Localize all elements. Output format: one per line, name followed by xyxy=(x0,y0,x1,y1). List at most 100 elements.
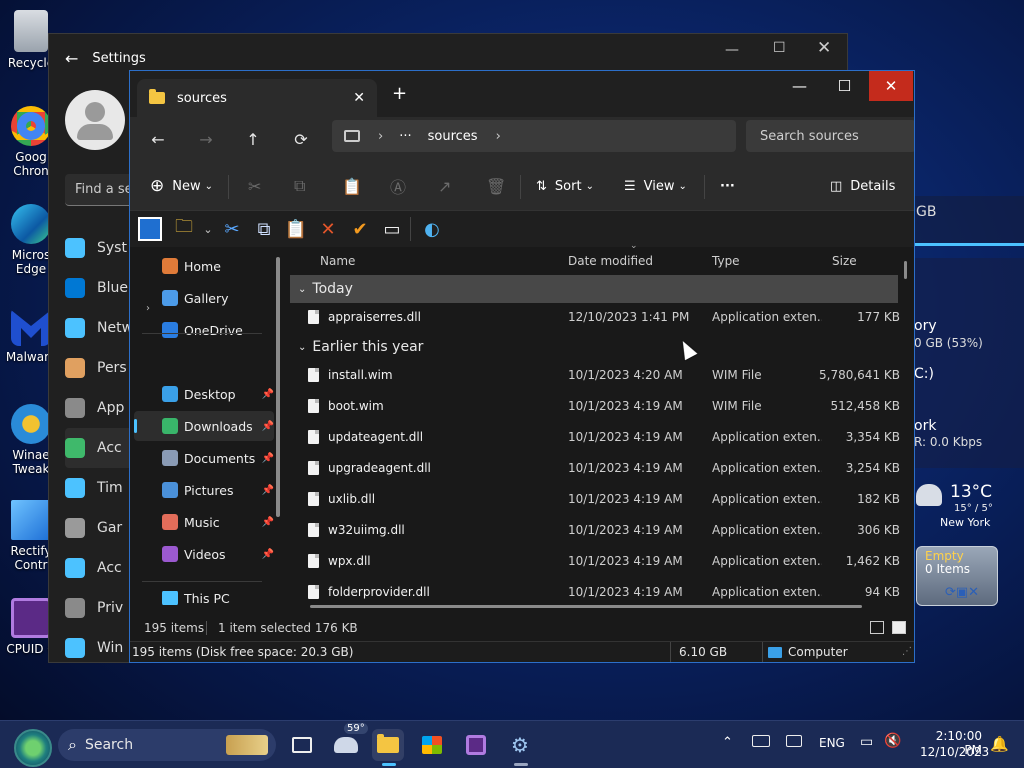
column-header-name[interactable]: Name xyxy=(320,247,355,275)
forward-arrow-icon[interactable]: → xyxy=(190,125,222,153)
new-tab-plus-icon[interactable]: + xyxy=(392,83,407,104)
back-arrow-icon[interactable]: ← xyxy=(142,125,174,153)
breadcrumb-chevron-icon[interactable]: › xyxy=(496,129,501,144)
delete-icon[interactable]: 🗑 xyxy=(486,174,506,198)
nav-item-music[interactable]: Music 📌 xyxy=(134,507,274,537)
properties-card-icon[interactable]: ▭ xyxy=(380,217,404,241)
network-globe-icon[interactable]: ◐ xyxy=(420,217,444,241)
copy-icon[interactable]: ⧉ xyxy=(294,174,305,198)
settings-nav-item[interactable]: Win xyxy=(65,628,135,668)
nav-item-onedrive[interactable]: OneDrive xyxy=(134,315,274,345)
settings-taskbar-icon[interactable]: ⚙ xyxy=(504,729,536,766)
minimize-icon[interactable]: — xyxy=(725,42,739,58)
nav-item-gallery[interactable]: Gallery xyxy=(134,283,274,313)
pin-icon[interactable]: 📌 xyxy=(262,485,274,496)
pin-icon[interactable]: 📌 xyxy=(262,421,274,432)
show-hidden-icons-chevron-icon[interactable]: ⌃ xyxy=(722,735,733,750)
widgets-weather-icon[interactable]: 59° xyxy=(330,723,368,761)
settings-nav-item[interactable]: Acc xyxy=(65,548,135,588)
tab-close-icon[interactable]: ✕ xyxy=(353,90,365,106)
settings-search-input[interactable]: Find a se xyxy=(65,174,135,206)
view-button[interactable]: ☰ View ⌄ xyxy=(624,174,687,198)
window-layout-icon[interactable] xyxy=(138,217,162,241)
microsoft-store-icon[interactable] xyxy=(416,729,448,761)
maximize-icon[interactable]: ☐ xyxy=(773,40,786,56)
settings-nav-item[interactable]: Tim xyxy=(65,468,135,508)
column-header-type[interactable]: Type xyxy=(712,247,740,275)
file-row[interactable]: uxlib.dll 10/1/2023 4:19 AM Application ex… xyxy=(290,484,900,514)
up-arrow-icon[interactable]: ↑ xyxy=(237,125,269,153)
settings-nav-item[interactable]: Priv xyxy=(65,588,135,628)
expand-chevron-icon[interactable]: › xyxy=(146,303,150,314)
file-row[interactable]: w32uiimg.dll 10/1/2023 4:19 AM Application… xyxy=(290,515,900,545)
file-row[interactable]: appraiserres.dll 12/10/2023 1:41 PM Applic… xyxy=(290,302,900,332)
file-row[interactable]: wpx.dll 10/1/2023 4:19 AM Application exte… xyxy=(290,546,900,576)
nav-item-downloads[interactable]: Downloads 📌 xyxy=(134,411,274,441)
breadcrumb-current-folder[interactable]: sources xyxy=(428,129,478,144)
close-icon[interactable]: ✕ xyxy=(869,71,913,101)
pin-icon[interactable]: 📌 xyxy=(262,549,274,560)
notification-bell-icon[interactable]: 🔔 xyxy=(990,735,1009,753)
paste-icon[interactable]: 📋 xyxy=(342,174,362,198)
start-button-icon[interactable] xyxy=(14,729,52,767)
back-arrow-icon[interactable]: ← xyxy=(65,49,78,68)
horizontal-scrollbar[interactable] xyxy=(310,605,862,608)
file-row[interactable]: install.wim 10/1/2023 4:20 AM WIM File 5,78… xyxy=(290,360,900,390)
nav-item-desktop[interactable]: Desktop 📌 xyxy=(134,379,274,409)
settings-nav-item[interactable]: Gar xyxy=(65,508,135,548)
settings-nav-item[interactable]: Pers xyxy=(65,348,135,388)
new-button[interactable]: ⊕ New ⌄ xyxy=(150,174,213,198)
details-view-icon[interactable] xyxy=(870,621,884,634)
search-input[interactable]: Search sources xyxy=(746,120,914,152)
folder-check-icon[interactable]: 🗀 xyxy=(172,216,196,241)
nav-pane-scrollbar[interactable] xyxy=(276,257,280,517)
close-icon[interactable]: ✕ xyxy=(817,38,831,58)
pin-icon[interactable]: 📌 xyxy=(262,517,274,528)
resize-grip-icon[interactable]: ⋰ xyxy=(902,646,912,657)
column-header-date-modified[interactable]: Date modified xyxy=(568,247,653,275)
nav-item-home[interactable]: Home xyxy=(134,251,274,281)
address-bar[interactable]: › ··· sources › xyxy=(332,120,736,152)
share-icon[interactable]: ↗ xyxy=(438,174,451,198)
details-button[interactable]: ◫ Details xyxy=(830,174,895,198)
settings-nav-item[interactable]: App xyxy=(65,388,135,428)
more-options-button[interactable]: ··· xyxy=(720,174,735,198)
nav-item-this-pc[interactable]: This PC xyxy=(134,591,274,605)
nav-item-videos[interactable]: Videos 📌 xyxy=(134,539,274,569)
minimize-icon[interactable]: — xyxy=(777,71,822,101)
touchpad-icon[interactable] xyxy=(786,735,802,747)
clock-date[interactable]: 12/10/2023 xyxy=(920,745,989,759)
task-view-icon[interactable] xyxy=(286,729,318,761)
pin-icon[interactable]: 📌 xyxy=(262,389,274,400)
maximize-icon[interactable]: ☐ xyxy=(822,71,867,101)
breadcrumb-ellipsis[interactable]: ··· xyxy=(399,129,411,144)
recycle-bin-actions-icon[interactable]: ⟳▣✕ xyxy=(945,585,979,600)
breadcrumb-chevron-icon[interactable]: › xyxy=(378,129,383,144)
avatar[interactable] xyxy=(65,90,125,150)
copy-icon[interactable]: ⧉ xyxy=(252,217,276,241)
language-indicator[interactable]: ENG xyxy=(819,736,845,750)
file-explorer-taskbar-icon[interactable] xyxy=(372,729,404,766)
column-header-size[interactable]: Size xyxy=(832,247,857,275)
tab-sources[interactable]: sources ✕ xyxy=(137,79,377,117)
network-wired-icon[interactable]: ▭ xyxy=(860,734,873,750)
settings-nav-item[interactable]: Syst xyxy=(65,228,135,268)
rename-icon[interactable]: Ⓐ xyxy=(390,174,406,198)
file-row[interactable]: folderprovider.dll 10/1/2023 4:19 AM Appli… xyxy=(290,577,900,607)
keyboard-icon[interactable] xyxy=(752,735,770,747)
cut-icon[interactable]: ✂ xyxy=(248,174,261,198)
file-row[interactable]: boot.wim 10/1/2023 4:19 AM WIM File 512,458… xyxy=(290,391,900,421)
nav-item-documents[interactable]: Documents 📌 xyxy=(134,443,274,473)
taskbar-search-box[interactable]: ⌕ Search xyxy=(58,729,276,761)
group-header-earlier-this-year[interactable]: ⌄ Earlier this year xyxy=(290,333,423,361)
refresh-icon[interactable]: ⟳ xyxy=(285,125,317,153)
checkmark-icon[interactable]: ✔ xyxy=(348,217,372,241)
delete-x-icon[interactable]: ✕ xyxy=(316,217,340,241)
chevron-down-icon[interactable]: ⌄ xyxy=(196,217,220,241)
cut-icon[interactable]: ✂ xyxy=(220,217,244,241)
volume-muted-icon[interactable]: 🔇 xyxy=(884,733,901,749)
pin-icon[interactable]: 📌 xyxy=(262,453,274,464)
sort-button[interactable]: ⇅ Sort ⌄ xyxy=(536,174,594,198)
nav-item-pictures[interactable]: Pictures 📌 xyxy=(134,475,274,505)
recycle-bin-gadget[interactable]: Empty 0 Items ⟳▣✕ xyxy=(916,546,998,606)
